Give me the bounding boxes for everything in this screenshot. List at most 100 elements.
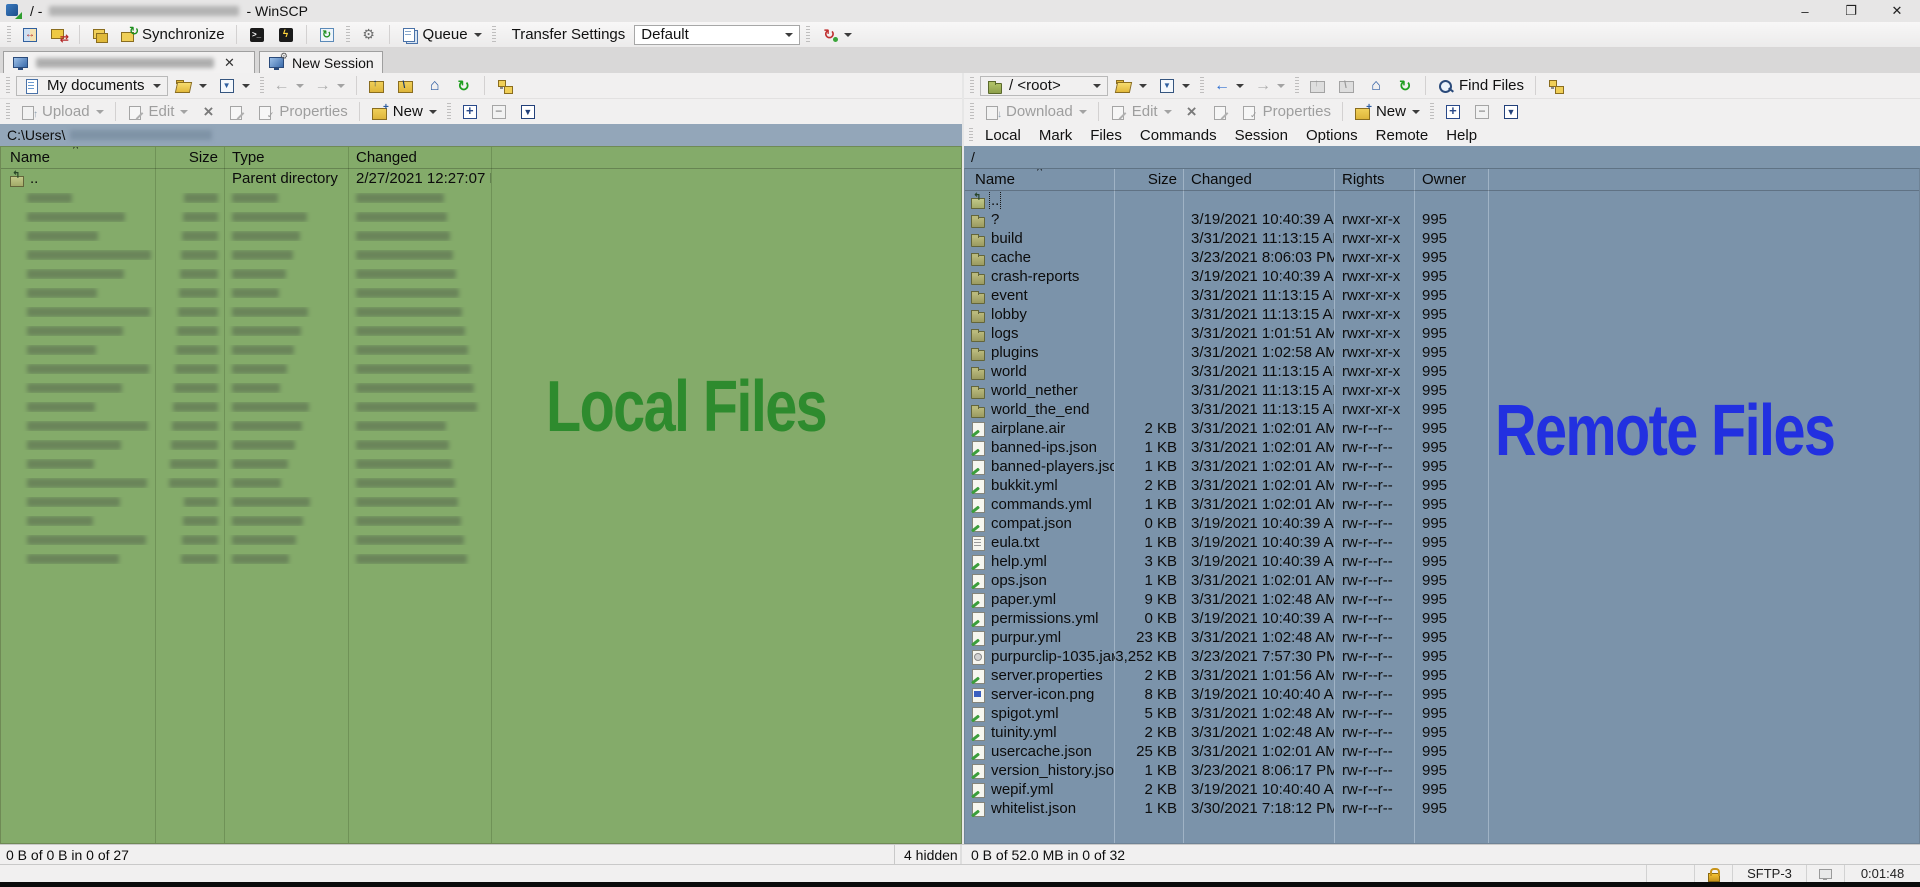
column-header-owner[interactable]: Owner <box>1414 169 1488 190</box>
remote-properties-button[interactable]: Properties <box>1237 102 1335 121</box>
remote-file-row[interactable]: paper.yml9 KB3/31/2021 1:02:48 AMrw-r--r… <box>965 590 1919 609</box>
remote-file-row[interactable]: version_history.json1 KB3/23/2021 8:06:1… <box>965 761 1919 780</box>
compare-directories-button[interactable] <box>17 26 43 44</box>
remote-file-row[interactable]: commands.yml1 KB3/31/2021 1:02:01 AMrw-r… <box>965 495 1919 514</box>
local-delete-button[interactable] <box>195 103 221 121</box>
close-tab-icon[interactable]: ✕ <box>224 55 235 71</box>
synchronize-button[interactable]: Synchronize <box>116 25 229 44</box>
local-parent-directory-button[interactable] <box>364 77 390 95</box>
column-header-type[interactable]: Type <box>224 147 348 168</box>
preferences-button[interactable] <box>356 26 382 44</box>
upload-button[interactable]: Upload <box>16 102 108 121</box>
remote-file-row[interactable]: whitelist.json1 KB3/30/2021 7:18:12 PMrw… <box>965 799 1919 818</box>
column-header-changed[interactable]: Changed <box>348 147 491 168</box>
menu-item-local[interactable]: Local <box>976 127 1030 144</box>
remote-file-row[interactable]: world3/31/2021 11:13:15 AMrwxr-xr-x995 <box>965 362 1919 381</box>
local-hidden-count[interactable]: 4 hidden <box>894 845 960 864</box>
toolbar-grip[interactable] <box>969 128 973 142</box>
local-properties-button[interactable]: Properties <box>253 102 351 121</box>
session-color-button[interactable] <box>816 26 856 44</box>
local-file-row-redacted[interactable] <box>1 188 961 207</box>
remote-filter-button[interactable] <box>1154 77 1194 95</box>
remote-file-row[interactable]: wepif.yml2 KB3/19/2021 10:40:40 AMrw-r--… <box>965 780 1919 799</box>
remote-file-row[interactable]: compat.json0 KB3/19/2021 10:40:39 AMrw-r… <box>965 514 1919 533</box>
local-file-row-redacted[interactable] <box>1 207 961 226</box>
local-back-button[interactable]: ← <box>270 77 308 95</box>
remote-refresh-button[interactable] <box>1392 77 1418 95</box>
protocol-cell[interactable]: SFTP-3 <box>1732 865 1806 882</box>
toolbar-grip[interactable] <box>1200 77 1204 94</box>
minimize-button[interactable]: – <box>1782 0 1828 22</box>
swap-panels-button[interactable] <box>46 26 72 44</box>
local-new-button[interactable]: New <box>367 102 441 121</box>
remote-file-row[interactable]: .. <box>965 191 1919 210</box>
remote-file-row[interactable]: usercache.json25 KB3/31/2021 1:02:01 AMr… <box>965 742 1919 761</box>
local-file-row-redacted[interactable] <box>1 264 961 283</box>
toolbar-grip[interactable] <box>447 103 451 120</box>
local-open-directory-button[interactable] <box>171 77 211 95</box>
open-console-button[interactable] <box>273 26 299 44</box>
remote-open-directory-button[interactable] <box>1111 77 1151 95</box>
remote-file-row[interactable]: permissions.yml0 KB3/19/2021 10:40:39 AM… <box>965 609 1919 628</box>
local-path-bar[interactable]: C:\Users\ <box>0 124 962 146</box>
toolbar-grip[interactable] <box>1430 103 1434 120</box>
toolbar-grip[interactable] <box>970 103 974 120</box>
menu-item-files[interactable]: Files <box>1081 127 1131 144</box>
remote-file-row[interactable]: purpurclip-1035.jar53,252 KB3/23/2021 7:… <box>965 647 1919 666</box>
local-file-row-redacted[interactable] <box>1 530 961 549</box>
remote-file-row[interactable]: cache3/23/2021 8:06:03 PMrwxr-xr-x995 <box>965 248 1919 267</box>
column-header-changed[interactable]: Changed <box>1183 169 1334 190</box>
local-file-row-redacted[interactable] <box>1 473 961 492</box>
connection-status-cell[interactable] <box>1806 865 1844 882</box>
transfer-settings-combo[interactable]: Default <box>634 25 800 45</box>
remote-file-row[interactable]: purpur.yml23 KB3/31/2021 1:02:48 AMrw-r-… <box>965 628 1919 647</box>
queue-button[interactable]: Queue <box>397 25 486 44</box>
new-session-tab[interactable]: ⚙ New Session <box>259 51 383 73</box>
local-unselect-button[interactable] <box>486 103 512 121</box>
local-rename-button[interactable] <box>224 103 250 121</box>
remote-new-button[interactable]: New <box>1350 102 1424 121</box>
remote-rename-button[interactable] <box>1208 103 1234 121</box>
local-file-row-redacted[interactable] <box>1 245 961 264</box>
menu-item-options[interactable]: Options <box>1297 127 1367 144</box>
toolbar-grip[interactable] <box>6 103 10 120</box>
local-root-directory-button[interactable] <box>393 77 419 95</box>
local-file-row-redacted[interactable] <box>1 492 961 511</box>
remote-home-button[interactable] <box>1363 77 1389 95</box>
remote-unselect-button[interactable] <box>1469 103 1495 121</box>
column-header-size[interactable]: Size <box>155 147 224 168</box>
remote-file-row[interactable]: lobby3/31/2021 11:13:15 AMrwxr-xr-x995 <box>965 305 1919 324</box>
restore-button[interactable]: ❐ <box>1828 0 1874 22</box>
remote-directory-combo[interactable]: / <root> <box>980 76 1108 96</box>
local-file-row-redacted[interactable] <box>1 511 961 530</box>
remote-root-directory-button[interactable] <box>1334 77 1360 95</box>
remote-file-row[interactable]: server-icon.png8 KB3/19/2021 10:40:40 AM… <box>965 685 1919 704</box>
remote-path-bar[interactable]: / <box>964 146 1920 168</box>
remote-selection-filter-button[interactable] <box>1498 103 1524 121</box>
local-file-row-redacted[interactable] <box>1 340 961 359</box>
toolbar-grip[interactable] <box>6 77 10 94</box>
remote-file-row[interactable]: ?3/19/2021 10:40:39 AMrwxr-xr-x995 <box>965 210 1919 229</box>
remote-file-row[interactable]: eula.txt1 KB3/19/2021 10:40:39 AMrw-r--r… <box>965 533 1919 552</box>
remote-file-row[interactable]: server.properties2 KB3/31/2021 1:01:56 A… <box>965 666 1919 685</box>
toolbar-grip[interactable] <box>260 77 264 94</box>
remote-parent-directory-button[interactable] <box>1305 77 1331 95</box>
session-time-cell[interactable]: 0:01:48 <box>1844 865 1920 882</box>
local-forward-button[interactable]: → <box>311 77 349 95</box>
toolbar-grip[interactable] <box>970 77 974 94</box>
download-button[interactable]: Download <box>980 102 1091 121</box>
menu-item-help[interactable]: Help <box>1437 127 1486 144</box>
local-file-row-redacted[interactable] <box>1 549 961 568</box>
column-header-rights[interactable]: Rights <box>1334 169 1414 190</box>
remote-file-row[interactable]: build3/31/2021 11:13:15 AMrwxr-xr-x995 <box>965 229 1919 248</box>
local-directory-combo[interactable]: My documents <box>16 76 168 96</box>
column-header-size[interactable]: Size <box>1114 169 1183 190</box>
local-selection-filter-button[interactable] <box>515 103 541 121</box>
encryption-status-cell[interactable] <box>1694 865 1732 882</box>
remote-edit-button[interactable]: Edit <box>1106 102 1176 121</box>
find-files-button[interactable]: Find Files <box>1433 76 1528 95</box>
local-refresh-button[interactable] <box>451 77 477 95</box>
toolbar-grip[interactable] <box>806 26 810 43</box>
menu-item-session[interactable]: Session <box>1226 127 1297 144</box>
menu-item-remote[interactable]: Remote <box>1367 127 1438 144</box>
